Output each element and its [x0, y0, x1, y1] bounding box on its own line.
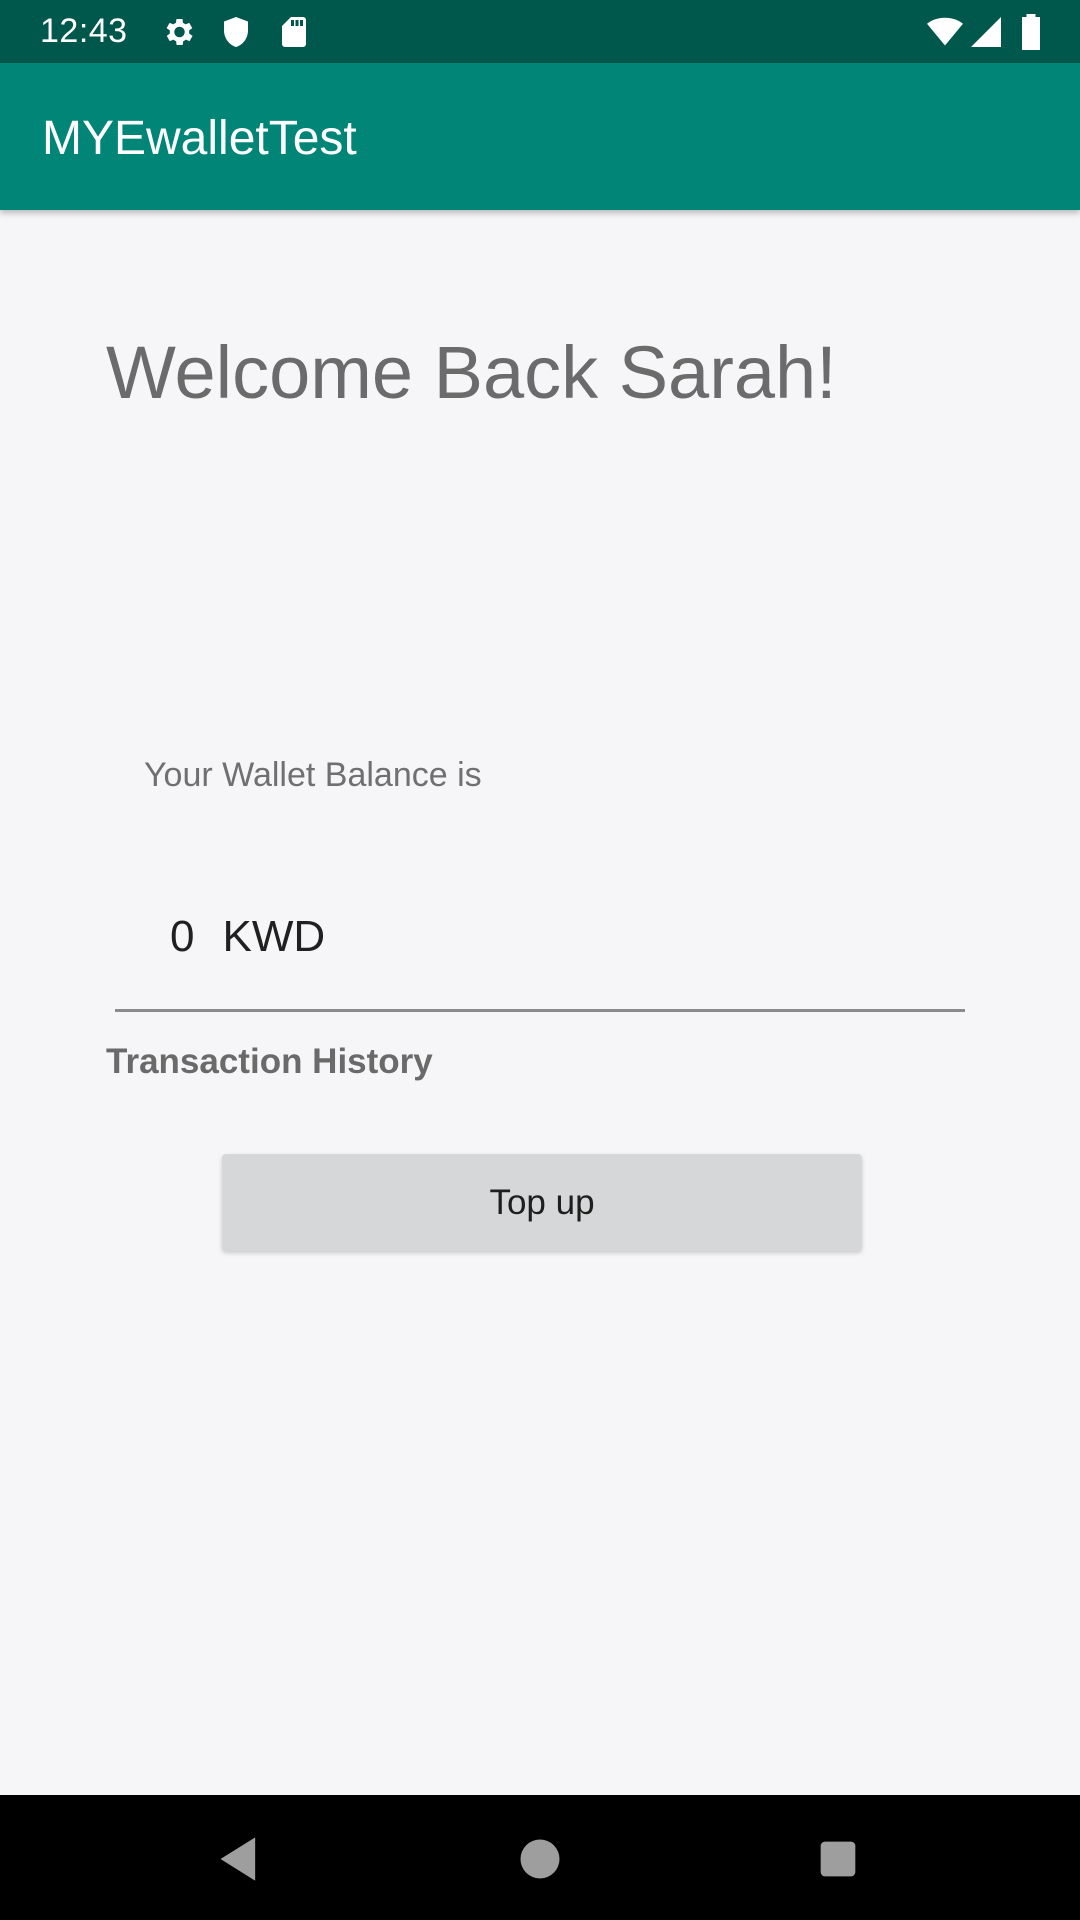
- back-icon[interactable]: [214, 1833, 266, 1885]
- shield-icon: [218, 14, 254, 50]
- status-time: 12:43: [40, 12, 128, 50]
- welcome-heading: Welcome Back Sarah!: [106, 331, 837, 414]
- app-title: MYEwalletTest: [42, 112, 357, 165]
- sd-card-icon: [276, 14, 312, 50]
- gear-icon: [160, 14, 196, 50]
- balance-amount: 0: [170, 912, 195, 961]
- cell-signal-icon: [968, 14, 1004, 50]
- battery-icon: [1018, 14, 1044, 50]
- balance-divider: [115, 1009, 965, 1012]
- app-bar: MYEwalletTest: [0, 63, 1080, 210]
- wifi-icon: [924, 14, 966, 50]
- recents-icon[interactable]: [812, 1833, 864, 1885]
- top-up-button[interactable]: Top up: [222, 1154, 862, 1251]
- balance-value: 0 KWD: [170, 912, 325, 962]
- navigation-bar: [0, 1795, 1080, 1920]
- home-icon[interactable]: [514, 1833, 566, 1885]
- balance-label: Your Wallet Balance is: [144, 756, 482, 794]
- balance-currency: KWD: [222, 912, 326, 961]
- status-bar: 12:43: [0, 0, 1080, 63]
- transaction-history-link[interactable]: Transaction History: [106, 1042, 433, 1082]
- app-screen: 12:43 MYEwalletTest Welcome Back Sarah! …: [0, 0, 1080, 1920]
